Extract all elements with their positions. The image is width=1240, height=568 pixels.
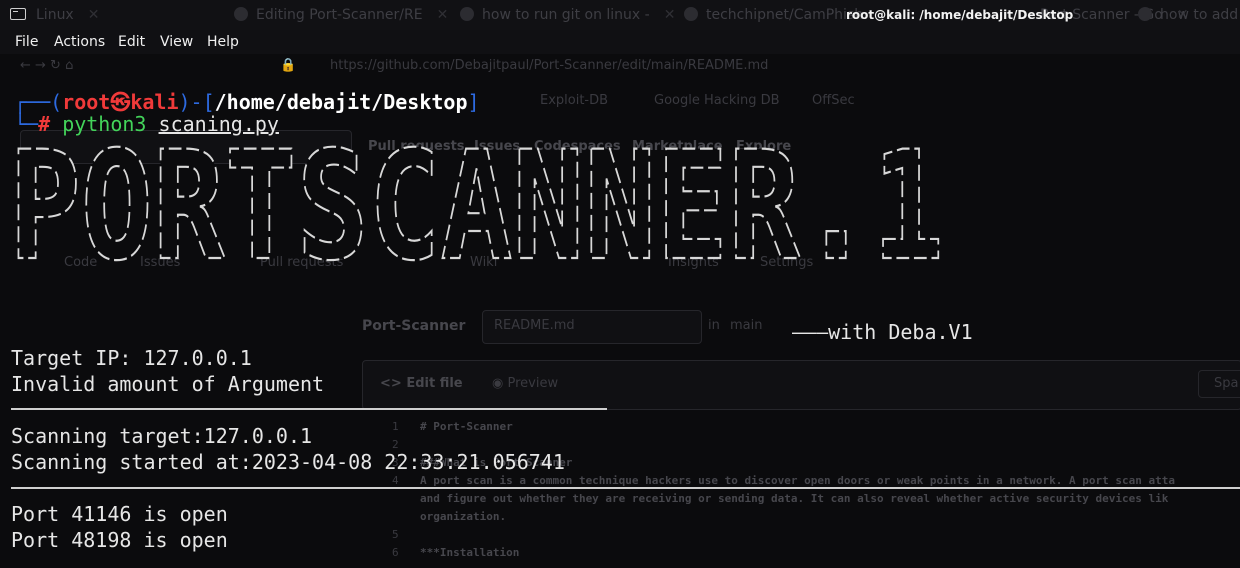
ascii-banner: PORTSCANNER.1 — [8, 140, 945, 275]
error-line: Invalid amount of Argument — [11, 372, 325, 396]
prompt-bracket: ┌──( — [14, 90, 63, 114]
target-ip-line: Target IP: 127.0.0.1 — [11, 346, 252, 370]
prompt-bracket: ] — [467, 90, 480, 114]
prompt-line-1: ┌──(root㉿kali)-[/home/debajit/Desktop] — [14, 86, 480, 115]
menu-bar: File Actions Edit View Help — [0, 30, 1240, 54]
background-tab: how to add — [1138, 7, 1238, 25]
prompt-line-2: └─# python3 scaning.py — [14, 112, 279, 136]
background-tab: Editing Port-Scanner/RE ✕ — [234, 7, 448, 25]
terminal-icon — [10, 8, 26, 20]
banner-tagline: ———with Deba.V1 — [792, 320, 973, 344]
prompt-bracket: └─ — [14, 112, 39, 136]
background-tab: how to run git on linux - ✕ — [460, 7, 675, 25]
terminal-area[interactable]: ┌──(root㉿kali)-[/home/debajit/Desktop] └… — [0, 54, 1240, 568]
prompt-host: kali — [130, 90, 179, 114]
github-icon — [684, 7, 698, 21]
menu-file[interactable]: File — [15, 34, 38, 50]
prompt-user: root — [62, 90, 111, 114]
divider — [11, 487, 1240, 489]
port-open-line: Port 41146 is open — [11, 502, 228, 526]
prompt-hash: # — [38, 112, 51, 136]
divider — [11, 408, 607, 410]
command-name: python3 — [62, 112, 147, 136]
prompt-path: /home/debajit/Desktop — [214, 90, 468, 114]
banner-text: PORTSCANNER.1 — [9, 140, 944, 275]
background-tab: Linux ✕ — [36, 7, 100, 23]
command-argument: scaning.py — [158, 112, 279, 136]
window-titlebar: Linux ✕ Editing Port-Scanner/RE ✕ how to r… — [0, 0, 1240, 31]
background-tab: techchipnet/CamPhish — [684, 7, 863, 25]
github-icon — [234, 7, 248, 21]
google-icon — [460, 7, 474, 21]
menu-edit[interactable]: Edit — [118, 34, 145, 50]
scanning-target-line: Scanning target:127.0.0.1 — [11, 424, 313, 448]
window-title: root@kali: /home/debajit/Desktop — [846, 8, 1074, 22]
menu-help[interactable]: Help — [207, 34, 239, 50]
skull-icon: ㉿ — [110, 90, 131, 114]
port-open-line: Port 48198 is open — [11, 528, 228, 552]
google-icon — [1138, 7, 1152, 21]
scan-start-line: Scanning started at:2023-04-08 22:33:21.… — [11, 450, 565, 474]
menu-actions[interactable]: Actions — [54, 34, 105, 50]
menu-view[interactable]: View — [160, 34, 193, 50]
prompt-bracket: )-[ — [178, 90, 215, 114]
